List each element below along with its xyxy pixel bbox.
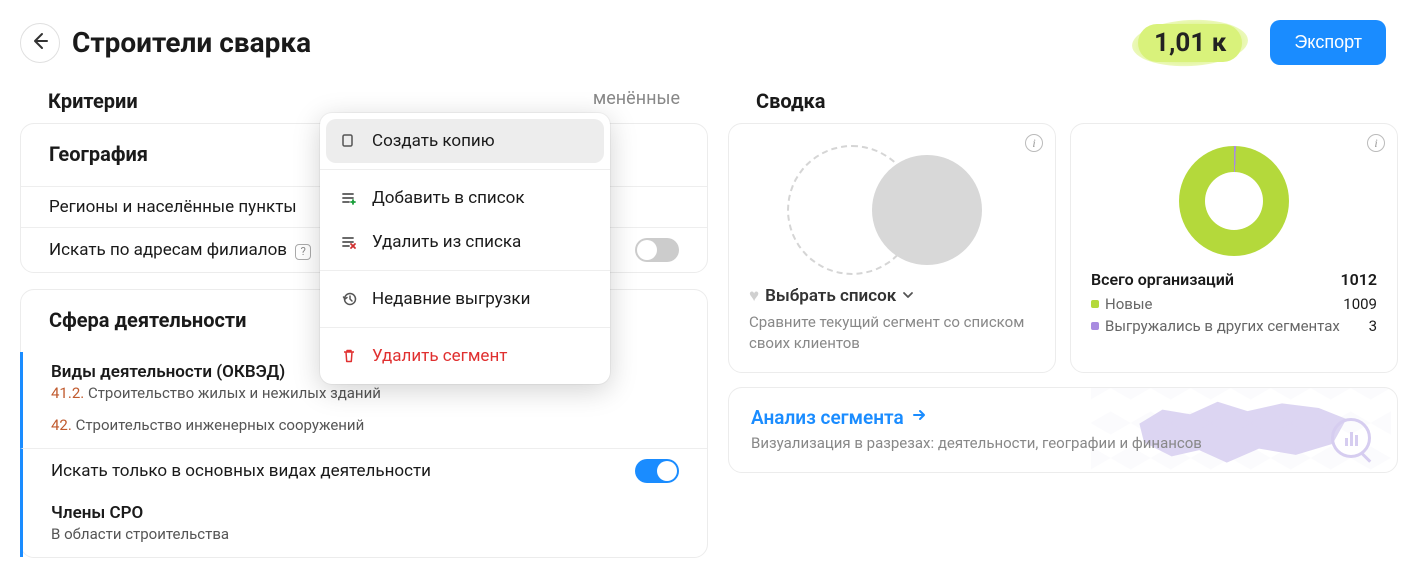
venn-diagram [782, 140, 1002, 280]
info-icon[interactable]: i [1367, 134, 1385, 152]
menu-delete-label: Удалить сегмент [372, 346, 507, 366]
menu-remove-list-label: Удалить из списка [372, 232, 521, 252]
okved-label: Виды деятельности (ОКВЭД) [51, 362, 285, 382]
menu-add-list[interactable]: Добавить в список [320, 176, 610, 220]
criteria-heading: Критерии [20, 73, 166, 123]
chevron-down-icon [902, 286, 914, 306]
branches-toggle[interactable] [635, 238, 679, 262]
analysis-sub: Визуализация в разрезах: деятельности, г… [751, 433, 1375, 454]
trash-icon [340, 347, 358, 365]
regions-label: Регионы и населённые пункты [49, 197, 297, 217]
menu-recent-exports[interactable]: Недавние выгрузки [320, 277, 610, 321]
legend-exported-value: 3 [1369, 317, 1377, 335]
compare-card: i ♥ Выбрать список Сравните текущий сегм… [728, 123, 1056, 373]
donut-chart [1179, 146, 1289, 256]
count-badge: 1,01 к [1138, 24, 1242, 62]
select-list-label: Выбрать список [765, 286, 896, 306]
legend-new-value: 1009 [1343, 295, 1377, 313]
copy-icon [340, 132, 358, 150]
okved-item: 41.2. Строительство жилых и нежилых здан… [23, 384, 707, 416]
sro-label: Члены СРО [51, 503, 143, 523]
sro-row[interactable]: Члены СРО [23, 493, 707, 525]
okved-text: Строительство инженерных сооружений [76, 416, 365, 434]
back-button[interactable] [20, 23, 60, 63]
okved-text: Строительство жилых и нежилых зданий [88, 384, 381, 402]
list-add-icon [340, 189, 358, 207]
heart-icon: ♥ [749, 286, 759, 306]
arrow-right-icon [910, 406, 928, 429]
list-remove-icon [340, 233, 358, 251]
main-activity-toggle[interactable] [635, 459, 679, 483]
summary-heading: Сводка [728, 73, 1398, 123]
legend-exported-label: Выгружались в других сегментах [1105, 317, 1340, 335]
menu-remove-list[interactable]: Удалить из списка [320, 220, 610, 264]
select-list-button[interactable]: ♥ Выбрать список [749, 286, 1035, 306]
compare-hint: Сравните текущий сегмент со списком свои… [749, 312, 1035, 354]
sro-sub: В области строительства [23, 525, 707, 557]
tab-changed-partial[interactable]: менённые [593, 88, 708, 109]
branches-label: Искать по адресам филиалов [49, 240, 287, 260]
arrow-left-icon [30, 31, 50, 54]
totals-card: i Всего организаций 1012 Новые 1009 Выгр… [1070, 123, 1398, 373]
info-icon[interactable]: i [1025, 134, 1043, 152]
main-activity-row[interactable]: Искать только в основных видах деятельно… [20, 448, 707, 493]
menu-copy-label: Создать копию [372, 131, 495, 151]
total-label: Всего организаций [1091, 270, 1234, 289]
help-icon[interactable]: ? [295, 244, 311, 260]
analysis-card[interactable]: Анализ сегмента Визуализация в разрезах:… [728, 387, 1398, 473]
analysis-decor [1091, 388, 1391, 472]
okved-code: 41.2. [51, 384, 84, 402]
menu-copy[interactable]: Создать копию [326, 119, 604, 163]
page-title: Строители сварка [72, 26, 311, 59]
segment-actions-menu: Создать копию Добавить в список Удалить … [320, 113, 610, 384]
export-button[interactable]: Экспорт [1270, 20, 1386, 65]
history-icon [340, 290, 358, 308]
total-value: 1012 [1340, 270, 1377, 289]
menu-recent-label: Недавние выгрузки [372, 289, 530, 309]
menu-add-list-label: Добавить в список [372, 188, 525, 208]
menu-delete-segment[interactable]: Удалить сегмент [320, 334, 610, 378]
analysis-title-text: Анализ сегмента [751, 406, 904, 429]
legend-new-label: Новые [1105, 295, 1152, 313]
okved-item: 42. Строительство инженерных сооружений [23, 416, 707, 448]
main-activity-label: Искать только в основных видах деятельно… [51, 461, 431, 481]
okved-code: 42. [51, 416, 72, 434]
